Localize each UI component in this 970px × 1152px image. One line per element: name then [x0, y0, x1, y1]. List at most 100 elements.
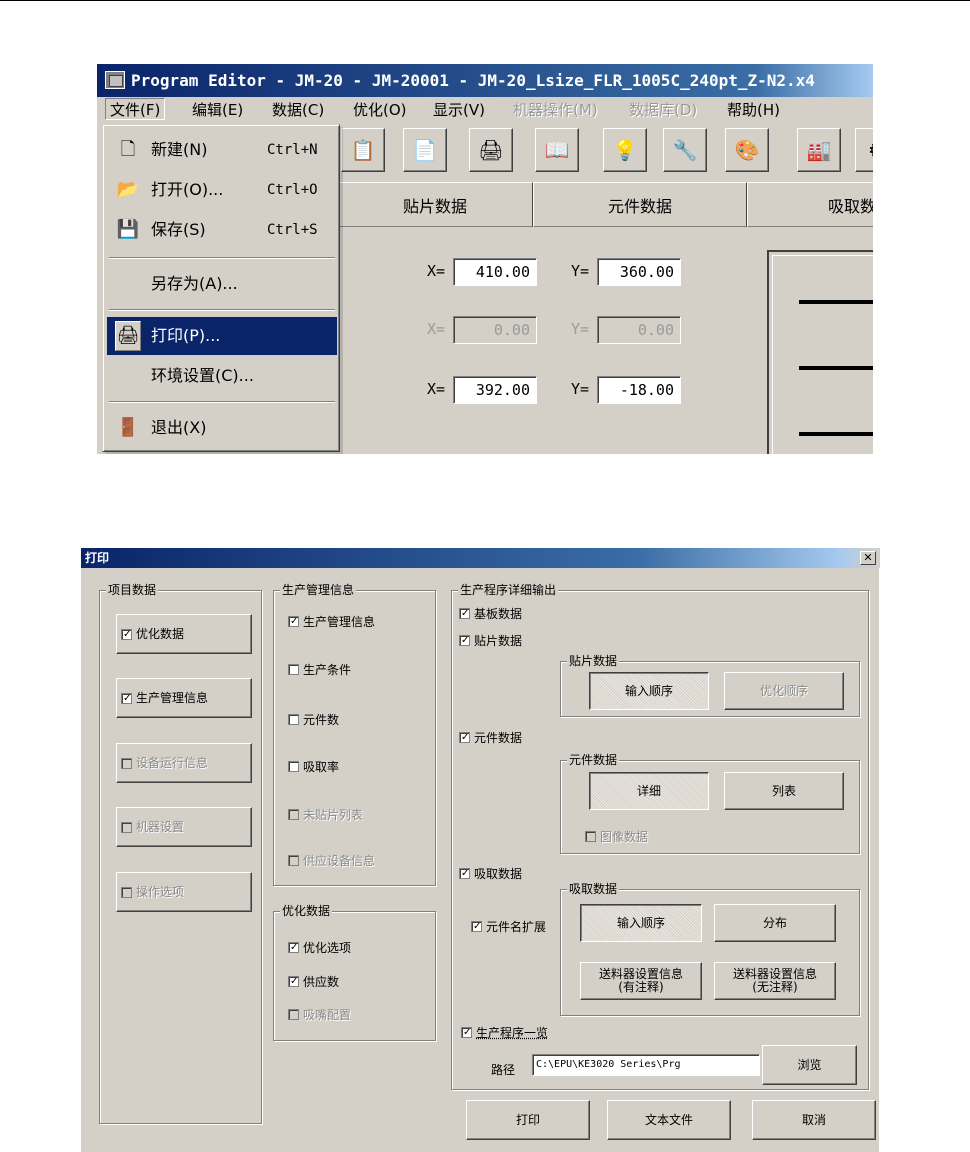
checkbox-box	[288, 664, 299, 675]
checkbox-box	[288, 855, 299, 866]
checkbox-label: 生产管理信息	[303, 615, 376, 629]
checkbox-pickup-data[interactable]: 吸取数据	[459, 865, 522, 882]
checkbox-production-conditions[interactable]: 生产条件	[288, 661, 351, 678]
checkbox-component-data[interactable]: 元件数据	[459, 729, 522, 746]
checkbox-box	[288, 1009, 299, 1020]
close-icon[interactable]: ✕	[860, 551, 876, 565]
checkbox-optimization-options[interactable]: 优化选项	[288, 939, 351, 956]
menu-item-open[interactable]: 📂 打开(O)... Ctrl+O	[107, 171, 337, 209]
book-icon[interactable]: 📖	[535, 128, 579, 172]
group-title: 生产程序详细输出	[458, 583, 559, 597]
checkbox-box	[121, 821, 132, 833]
menu-item-save-as[interactable]: 另存为(A)...	[107, 265, 337, 303]
toggle-operation-options: 操作选项	[116, 872, 252, 912]
checkbox-unplaced-list: 未贴片列表	[288, 806, 363, 823]
checkbox-placement-data[interactable]: 贴片数据	[459, 632, 522, 649]
copy-icon[interactable]: 📄	[403, 128, 447, 172]
menu-view[interactable]: 显示(V)	[429, 99, 489, 121]
path-input[interactable]: C:\EPU\KE3020 Series\Prg	[532, 1054, 760, 1076]
tool-icon[interactable]: ⚙	[855, 128, 873, 172]
feeder-settings-with-notes-button[interactable]: 送料器设置信息 (有注释)	[580, 962, 702, 1000]
group-item-data: 项目数据	[99, 583, 262, 1124]
menu-item-label: 新建(N)	[151, 140, 208, 159]
menu-item-environment[interactable]: 环境设置(C)...	[107, 357, 337, 395]
menu-database: 数据库(D)	[629, 101, 698, 119]
toggle-production-mgmt-info[interactable]: 生产管理信息	[116, 678, 252, 718]
cancel-button[interactable]: 取消	[752, 1100, 876, 1140]
checkbox-label: 操作选项	[136, 884, 185, 899]
color-circles-icon[interactable]: 🎨	[725, 128, 769, 172]
menu-item-print[interactable]: 🖨 打印(P)...	[107, 317, 337, 355]
tab-placement-data[interactable]: 贴片数据	[337, 182, 533, 227]
checkbox-supply-count[interactable]: 供应数	[288, 973, 339, 990]
checkbox-component-count[interactable]: 元件数	[288, 711, 339, 728]
y-field[interactable]: -18.00	[597, 376, 681, 404]
component-list-button[interactable]: 列表	[724, 772, 844, 810]
group-production-mgmt: 生产管理信息	[273, 583, 436, 886]
menu-item-exit[interactable]: 🚪 退出(X)	[107, 409, 337, 447]
y-label: Y=	[571, 380, 590, 398]
y-field[interactable]: 360.00	[597, 258, 681, 286]
menu-file[interactable]: 文件(F)	[105, 98, 166, 120]
print-button[interactable]: 打印	[466, 1100, 590, 1140]
program-editor-screenshot: Program Editor - JM-20 - JM-20001 - JM-2…	[97, 64, 873, 454]
y-field: 0.00	[597, 316, 681, 344]
checkbox-board-data[interactable]: 基板数据	[459, 605, 522, 622]
pickup-input-order-button[interactable]: 输入顺序	[580, 904, 702, 942]
preview-frame	[772, 255, 873, 454]
menu-optimize[interactable]: 优化(O)	[349, 99, 411, 121]
checkbox-label: 优化数据	[136, 626, 185, 641]
checkbox-box	[288, 942, 299, 953]
menu-item-label: 环境设置(C)...	[151, 366, 254, 385]
board-preview	[767, 250, 873, 454]
checkbox-label: 吸嘴配置	[303, 1008, 352, 1022]
feeder-settings-no-notes-button[interactable]: 送料器设置信息 (无注释)	[714, 962, 836, 1000]
checkbox-box	[121, 886, 132, 898]
checkbox-label: 生产程序一览	[476, 1026, 549, 1040]
placement-optimized-order-button: 优化顺序	[724, 672, 844, 710]
tab-component-data[interactable]: 元件数据	[533, 182, 747, 227]
checkbox-box	[459, 732, 470, 743]
checkbox-label: 未贴片列表	[303, 808, 364, 822]
menu-data[interactable]: 数据(C)	[268, 99, 328, 121]
lightbulb-icon[interactable]: 💡	[603, 128, 647, 172]
network-icon[interactable]: 🔧	[663, 128, 707, 172]
checkbox-box	[121, 692, 132, 704]
x-label: X=	[427, 320, 446, 338]
checkbox-box	[471, 921, 482, 932]
text-file-button[interactable]: 文本文件	[607, 1100, 731, 1140]
placement-input-order-button[interactable]: 输入顺序	[589, 672, 709, 710]
menu-separator	[109, 309, 335, 311]
paste-icon[interactable]: 📋	[341, 128, 385, 172]
checkbox-production-mgmt-info[interactable]: 生产管理信息	[288, 613, 375, 630]
x-field[interactable]: 392.00	[453, 376, 537, 404]
toggle-machine-settings: 机器设置	[116, 807, 252, 847]
x-field[interactable]: 410.00	[453, 258, 537, 286]
print-icon[interactable]: 🖨	[469, 128, 513, 172]
tab-pickup-data[interactable]: 吸取数	[747, 182, 873, 227]
menu-help[interactable]: 帮助(H)	[723, 99, 784, 121]
checkbox-label: 元件名扩展	[486, 920, 547, 934]
machine-icon[interactable]: 🏭	[797, 128, 841, 172]
checkbox-box	[461, 1027, 472, 1038]
checkbox-production-mgmt: 生产管理信息	[121, 691, 208, 705]
toggle-optimization-data[interactable]: 优化数据	[116, 614, 252, 654]
menu-item-save[interactable]: 💾 保存(S) Ctrl+S	[107, 211, 337, 249]
checkbox-box	[121, 628, 132, 640]
checkbox-component-name-ext[interactable]: 元件名扩展	[471, 918, 546, 935]
checkbox-box	[459, 608, 470, 619]
dialog-titlebar: 打印 ✕	[81, 548, 880, 568]
checkbox-program-list[interactable]: 生产程序一览	[461, 1024, 548, 1041]
checkbox-pickup-rate[interactable]: 吸取率	[288, 758, 339, 775]
menu-item-new[interactable]: 🗋 新建(N) Ctrl+N	[107, 131, 337, 169]
y-label: Y=	[571, 262, 590, 280]
browse-button[interactable]: 浏览	[762, 1045, 857, 1085]
menu-item-label: 打印(P)...	[151, 326, 221, 345]
checkbox-label: 供应数	[303, 975, 340, 989]
pickup-distribution-button[interactable]: 分布	[714, 904, 836, 942]
menu-edit[interactable]: 编辑(E)	[188, 99, 247, 121]
component-detail-button[interactable]: 详细	[589, 772, 709, 810]
preview-line	[799, 432, 873, 436]
checkbox-label: 图像数据	[600, 830, 649, 844]
checkbox-label: 元件数据	[474, 731, 523, 745]
